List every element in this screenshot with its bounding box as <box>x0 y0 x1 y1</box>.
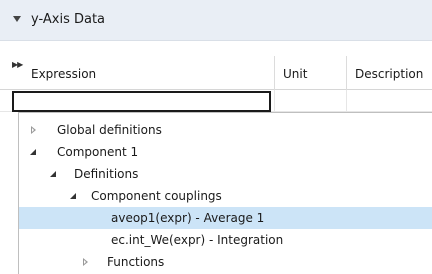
collapse-arrow-icon[interactable] <box>69 185 81 207</box>
table-header: ▶▶ Expression Unit Description <box>0 56 432 90</box>
tree-item-component-1[interactable]: Component 1 <box>19 141 432 163</box>
expression-input[interactable] <box>12 91 271 112</box>
tree-item-label: aveop1(expr) - Average 1 <box>111 211 265 225</box>
tree-item-label: Functions <box>107 255 165 269</box>
tree-item-label: Component couplings <box>91 189 222 203</box>
column-header-expression[interactable]: Expression <box>31 67 96 81</box>
tree-item-label: Component 1 <box>57 145 139 159</box>
column-header-description[interactable]: Description <box>355 67 423 81</box>
tree-item-ec-int-we[interactable]: ec.int_We(expr) - Integration <box>19 229 432 251</box>
column-divider[interactable] <box>346 56 347 90</box>
expand-columns-icon[interactable]: ▶▶ <box>12 60 23 69</box>
column-divider[interactable] <box>274 56 275 90</box>
collapse-arrow-icon[interactable] <box>29 141 41 163</box>
tree-item-label: Global definitions <box>57 123 162 137</box>
expand-arrow-icon[interactable] <box>81 251 93 273</box>
tree-item-label: Definitions <box>74 167 139 181</box>
section-header-y-axis-data[interactable]: y-Axis Data <box>0 0 432 41</box>
tree-item-component-couplings[interactable]: Component couplings <box>19 185 432 207</box>
tree-item-aveop1[interactable]: aveop1(expr) - Average 1 <box>19 207 432 229</box>
tree-item-functions[interactable]: Functions <box>19 251 432 273</box>
cell-divider <box>346 90 347 112</box>
tree-item-definitions[interactable]: Definitions <box>19 163 432 185</box>
expression-tree-popup: Global definitions Component 1 Definitio… <box>18 112 432 274</box>
column-header-unit[interactable]: Unit <box>283 67 307 81</box>
tree-item-label: ec.int_We(expr) - Integration <box>111 233 284 247</box>
chevron-down-icon[interactable] <box>13 16 21 22</box>
collapse-arrow-icon[interactable] <box>49 163 61 185</box>
tree-item-global-definitions[interactable]: Global definitions <box>19 119 432 141</box>
section-title: y-Axis Data <box>31 12 106 27</box>
cell-divider <box>274 90 275 112</box>
expand-arrow-icon[interactable] <box>29 119 41 141</box>
